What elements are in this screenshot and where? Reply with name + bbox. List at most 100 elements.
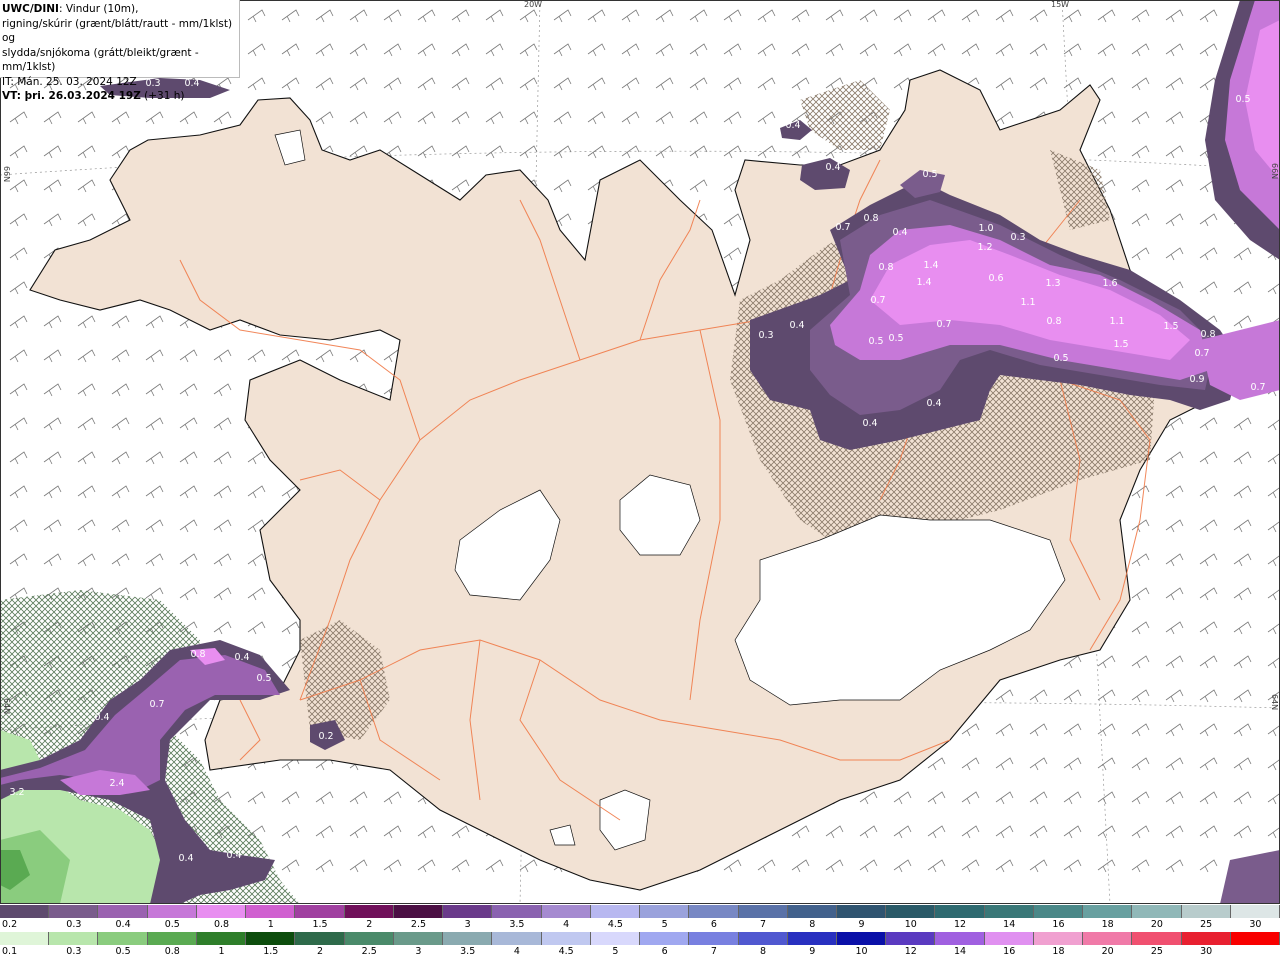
- colorbar-swatch: [984, 905, 1034, 918]
- colorbar-tick-label: 7: [710, 946, 717, 957]
- colorbar-swatch: [590, 932, 641, 945]
- precip-value-label: 0.8: [863, 213, 878, 224]
- colorbar-tick-label: 4.5: [558, 946, 574, 957]
- precip-value-label: 1.5: [1163, 321, 1178, 332]
- colorbar-tick-label: 25: [1200, 919, 1213, 930]
- precip-value-label: 0.4: [234, 652, 249, 663]
- lon-label-15w: 15W: [1051, 0, 1070, 9]
- colorbar-tick-label: 2: [316, 946, 324, 957]
- precip-value-label: 0.8: [878, 262, 893, 273]
- colorbar-swatch: [443, 932, 493, 945]
- precip-value-label: 0.5: [1235, 94, 1250, 105]
- colorbar-swatch: [196, 905, 247, 918]
- colorbar-swatch: [689, 932, 739, 945]
- colorbar-swatch: [196, 932, 247, 945]
- colorbar-swatch: [689, 905, 739, 918]
- colorbar-tick-label: 9: [858, 919, 865, 930]
- colorbar-swatch: [98, 905, 148, 918]
- colorbar-rain: [0, 932, 1280, 945]
- colorbar-tick-label: 2.5: [410, 919, 427, 930]
- colorbar-tick-label: 3.5: [460, 946, 476, 957]
- colorbar-swatch: [393, 932, 444, 945]
- colorbar-tick-label: 8: [809, 919, 816, 930]
- colorbar-swatch: [541, 932, 591, 945]
- colorbar-swatch: [886, 905, 936, 918]
- lat-label-66n-left: 66N: [2, 166, 11, 183]
- precip-value-label: 0.7: [1250, 382, 1265, 393]
- precip-value-label: 0.6: [988, 273, 1003, 284]
- colorbar-swatch: [935, 905, 985, 918]
- colorbar-snow-ticks: 0.2 0.3 0.4 0.5 0.8 1 1.5 2 2.5 3 3.5 4 4.5 5 6 7 8 9 10 12…: [0, 919, 1280, 931]
- colorbar-tick-label: 6: [710, 919, 717, 930]
- colorbar-tick-label: 1.5: [312, 919, 328, 930]
- colorbar-tick-label: 12: [953, 919, 967, 930]
- precip-value-label: 0.8: [1200, 329, 1215, 340]
- colorbar-tick-label: 20: [1150, 919, 1163, 930]
- precip-value-label: 0.4: [789, 320, 804, 331]
- colorbar-swatch: [344, 932, 394, 945]
- colorbar-tick-label: 5: [612, 946, 619, 957]
- colorbar-swatch: [886, 932, 936, 945]
- colorbar-swatch: [640, 932, 690, 945]
- precip-value-label: 0.8: [1046, 316, 1061, 327]
- precip-value-label: 0.4: [785, 120, 800, 131]
- colorbar-tick-label: 1: [267, 919, 274, 930]
- colorbar-swatch: [787, 932, 837, 945]
- precip-value-label: 0.5: [888, 333, 903, 344]
- colorbar-tick-label: 5: [661, 919, 668, 930]
- colorbar-tick-label: 0.3: [66, 919, 82, 930]
- header-forecast-offset: (+31 h): [140, 90, 185, 102]
- colorbar-tick-label: 12: [904, 946, 917, 957]
- precip-value-label: 2.4: [109, 778, 124, 789]
- colorbar-tick-label: 0.1: [2, 946, 18, 957]
- colorbar-swatch: [738, 905, 788, 918]
- colorbar-swatch: [49, 905, 99, 918]
- lat-label-66n-right: 66N: [1270, 163, 1279, 180]
- colorbar-swatch: [541, 905, 591, 918]
- colorbar-tick-label: 16: [1052, 919, 1065, 930]
- precip-value-label: 0.2: [318, 731, 333, 742]
- colorbar-swatch: [147, 932, 197, 945]
- weather-map: 0.3 0.4 0.4 0.4 0.5 0.7 0.8 0.4 1.0 1.2 0.3 0.8 1.4 1…: [0, 0, 1280, 904]
- colorbar-snow: [0, 905, 1280, 918]
- colorbar-swatch: [492, 905, 542, 918]
- colorbar-swatch: [1230, 905, 1280, 918]
- colorbar-tick-label: 2: [366, 919, 373, 930]
- precip-value-label: 1.0: [978, 223, 993, 234]
- colorbar-tick-label: 30: [1200, 946, 1213, 957]
- model-title: UWC/DINI: [2, 3, 59, 15]
- lat-label-64n-left: 64N: [2, 698, 11, 715]
- colorbar-swatch: [738, 932, 788, 945]
- colorbar-swatch: [0, 932, 50, 945]
- colorbar-tick-label: 14: [1003, 919, 1016, 930]
- colorbar-swatch: [1132, 932, 1182, 945]
- colorbar-tick-label: 16: [1003, 946, 1016, 957]
- colorbar-tick-label: 18: [1052, 946, 1065, 957]
- colorbar-tick-label: 18: [1101, 919, 1114, 930]
- precip-value-label: 0.4: [94, 712, 109, 723]
- colorbar-tick-label: 3.5: [509, 919, 525, 930]
- colorbar-tick-label: 4.5: [607, 919, 623, 930]
- colorbar-tick-label: 20: [1101, 946, 1114, 957]
- precip-value-label: 1.6: [1102, 278, 1117, 289]
- precip-value-label: 0.4: [226, 850, 241, 861]
- colorbar-swatch: [0, 905, 50, 918]
- colorbar-tick-label: 3: [464, 919, 471, 930]
- precip-value-label: 0.7: [870, 295, 885, 306]
- colorbar-tick-label: 4: [513, 946, 520, 957]
- precip-value-label: 0.3: [1010, 232, 1025, 243]
- colorbar-swatch: [1083, 932, 1133, 945]
- precip-value-label: 1.1: [1109, 316, 1124, 327]
- precip-value-label: 0.4: [825, 162, 840, 173]
- precip-value-label: 1.2: [977, 242, 992, 253]
- precip-value-label: 1.4: [923, 260, 938, 271]
- header-valid-time: VT: þri. 26.03.2024 19Z: [2, 90, 141, 102]
- colorbar-swatch: [1033, 905, 1084, 918]
- precip-value-label: 0.7: [835, 222, 850, 233]
- header-init-time: IT: Mán. 25. 03. 2024 12Z: [2, 75, 137, 88]
- colorbar-tick-label: 0.4: [115, 919, 131, 930]
- header-line1: : Vindur (10m),: [58, 3, 139, 15]
- colorbar-swatch: [836, 932, 887, 945]
- precip-value-label: 0.7: [1194, 348, 1209, 359]
- colorbar-rain-ticks: 0.1 0.3 0.5 0.8 1 1.5 2 2.5 3 3.5 4 4.5 5 6 7 8 9 10 12 14 1…: [0, 946, 1280, 958]
